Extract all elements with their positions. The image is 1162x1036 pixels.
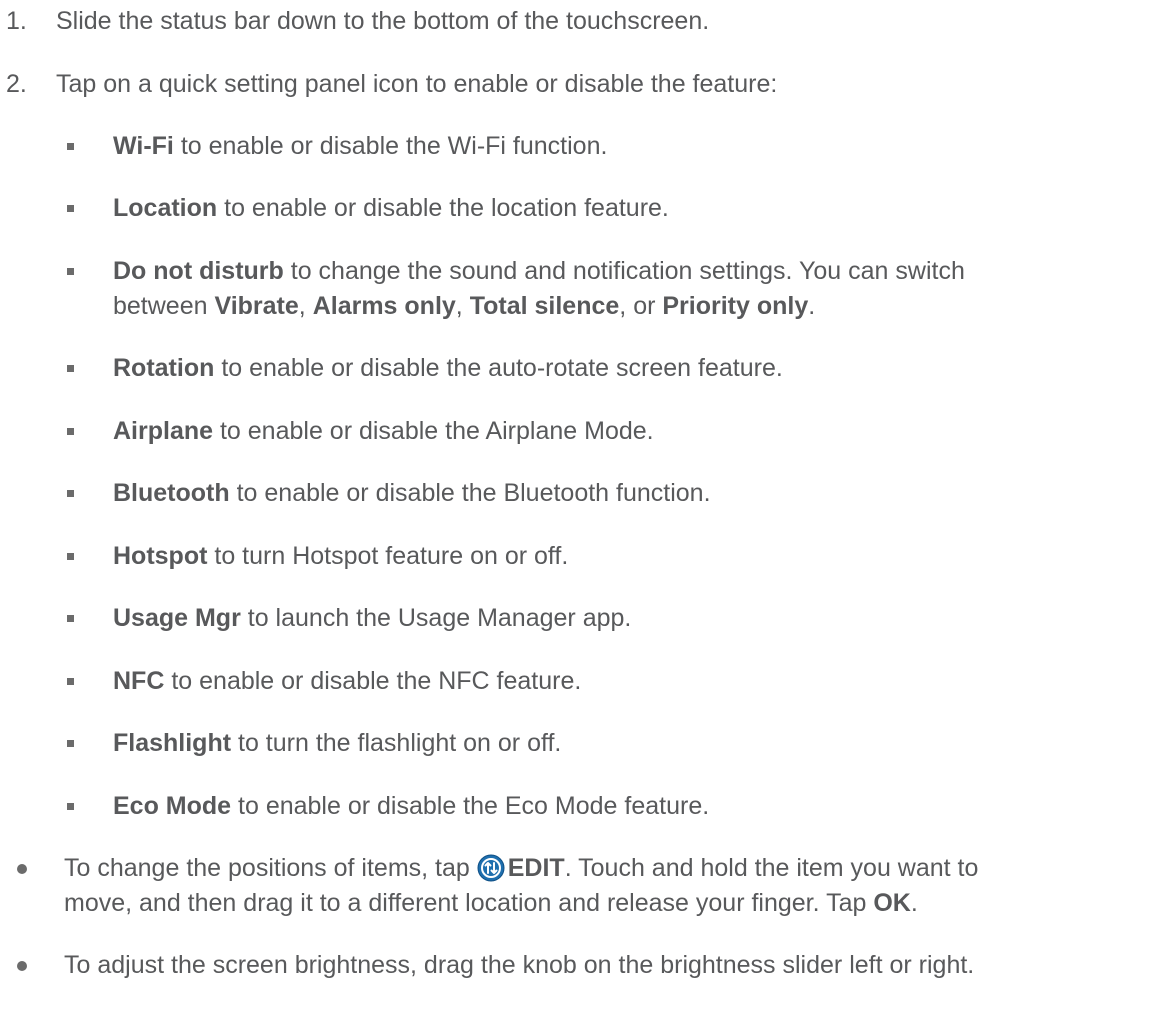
text-fragment: move, and then drag it to a different lo… bbox=[64, 889, 874, 917]
mode-vibrate: Vibrate bbox=[214, 292, 299, 320]
item-desc: to turn Hotspot feature on or off. bbox=[207, 542, 569, 570]
square-bullet-icon bbox=[67, 268, 74, 275]
text-fragment: . Touch and hold the item you want to bbox=[564, 854, 979, 882]
item-desc: to turn the flashlight on or off. bbox=[231, 729, 562, 757]
item-term: Wi-Fi bbox=[113, 132, 174, 160]
step-number: 2. bbox=[6, 70, 27, 98]
item-term: Do not disturb bbox=[113, 257, 284, 285]
text-fragment: . bbox=[910, 889, 918, 917]
square-bullet-icon bbox=[67, 428, 74, 435]
bullet-text: To adjust the screen brightness, drag th… bbox=[64, 951, 975, 979]
edit-label: EDIT bbox=[507, 854, 565, 882]
item-desc: to enable or disable the Bluetooth funct… bbox=[229, 479, 711, 507]
square-bullet-icon bbox=[67, 615, 74, 622]
item-desc: to enable or disable the Airplane Mode. bbox=[213, 417, 654, 445]
square-bullet-icon bbox=[67, 740, 74, 747]
item-term: Location bbox=[113, 194, 218, 222]
square-bullet-icon bbox=[67, 678, 74, 685]
round-bullet-icon bbox=[17, 864, 27, 874]
item-desc: to enable or disable the NFC feature. bbox=[164, 667, 582, 695]
item-term: Bluetooth bbox=[113, 479, 230, 507]
square-bullet-icon bbox=[67, 803, 74, 810]
item-desc: to enable or disable the Eco Mode featur… bbox=[231, 792, 710, 820]
step-text: Slide the status bar down to the bottom … bbox=[56, 7, 710, 35]
item-desc: to launch the Usage Manager app. bbox=[240, 604, 632, 632]
square-bullet-icon bbox=[67, 143, 74, 150]
mode-alarms-only: Alarms only bbox=[312, 292, 456, 320]
square-bullet-icon bbox=[67, 365, 74, 372]
mode-priority-only: Priority only bbox=[662, 292, 809, 320]
ok-label: OK bbox=[873, 889, 911, 917]
item-desc: to change the sound and notification set… bbox=[283, 257, 965, 285]
text-fragment: , bbox=[455, 292, 470, 320]
edit-arrows-icon bbox=[477, 854, 505, 882]
text-fragment: between bbox=[113, 292, 215, 320]
round-bullet-icon bbox=[17, 961, 27, 971]
item-term: Flashlight bbox=[113, 729, 232, 757]
item-desc: to enable or disable the location featur… bbox=[217, 194, 669, 222]
text-fragment: , bbox=[298, 292, 313, 320]
square-bullet-icon bbox=[67, 205, 74, 212]
mode-total-silence: Total silence bbox=[469, 292, 620, 320]
square-bullet-icon bbox=[67, 490, 74, 497]
item-term: Eco Mode bbox=[113, 792, 232, 820]
text-fragment: , or bbox=[619, 292, 663, 320]
item-desc: to enable or disable the Wi-Fi function. bbox=[173, 132, 608, 160]
text-fragment: To change the positions of items, tap bbox=[64, 854, 477, 882]
item-term: Hotspot bbox=[113, 542, 208, 570]
item-term: Usage Mgr bbox=[113, 604, 241, 632]
item-desc: to enable or disable the auto-rotate scr… bbox=[214, 354, 783, 382]
item-term: Airplane bbox=[113, 417, 214, 445]
square-bullet-icon bbox=[67, 553, 74, 560]
text-fragment: . bbox=[808, 292, 816, 320]
item-term: Rotation bbox=[113, 354, 215, 382]
step-number: 1. bbox=[6, 7, 27, 35]
item-term: NFC bbox=[113, 667, 165, 695]
step-text: Tap on a quick setting panel icon to ena… bbox=[56, 70, 778, 98]
